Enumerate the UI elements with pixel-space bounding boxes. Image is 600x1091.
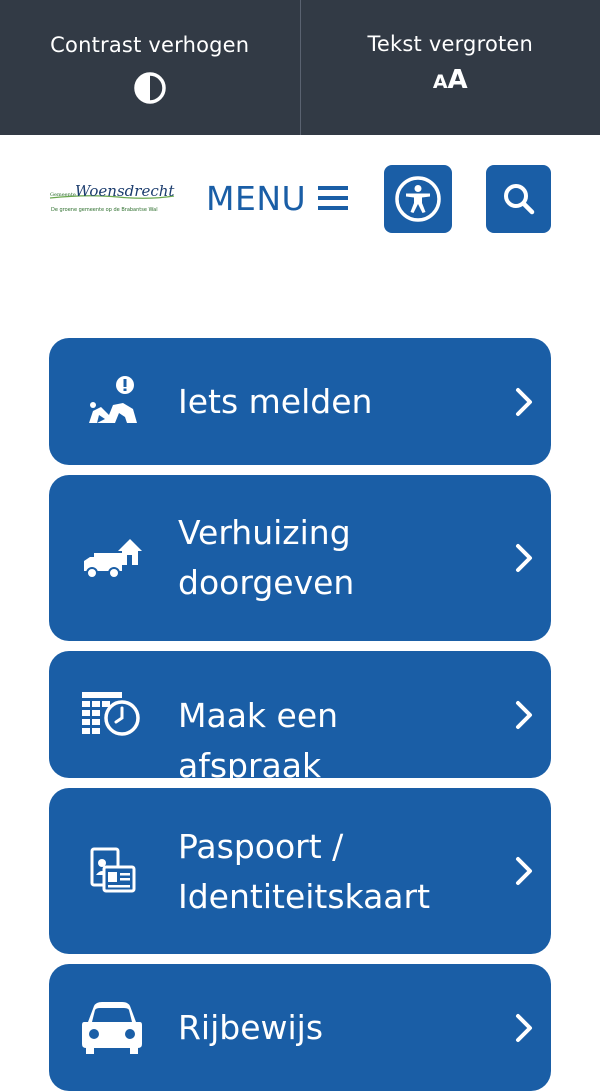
tile-label: Verhuizing doorgeven bbox=[178, 508, 481, 608]
tile-label: Rijbewijs bbox=[178, 1003, 481, 1053]
tile-iets-melden[interactable]: Iets melden bbox=[49, 338, 551, 465]
contrast-toggle-button[interactable]: Contrast verhogen bbox=[0, 0, 301, 135]
car-icon bbox=[77, 997, 147, 1057]
tile-label: Maak een afspraak bbox=[178, 691, 481, 791]
chevron-right-icon bbox=[511, 1008, 537, 1048]
tile-rijbewijs[interactable]: Rijbewijs bbox=[49, 964, 551, 1091]
tile-verhuizing[interactable]: Verhuizing doorgeven bbox=[49, 475, 551, 641]
text-size-icon: AA bbox=[433, 67, 468, 93]
chevron-right-icon bbox=[511, 382, 537, 422]
site-header: Gemeente Woensdrecht De groene gemeente … bbox=[0, 135, 600, 265]
contrast-icon bbox=[133, 71, 167, 105]
tile-afspraak[interactable]: Maak een afspraak bbox=[49, 651, 551, 778]
tile-label: Paspoort / Identiteitskaart bbox=[178, 822, 481, 922]
calendar-clock-icon bbox=[77, 684, 147, 744]
chevron-right-icon bbox=[511, 695, 537, 735]
search-icon bbox=[501, 181, 537, 217]
menu-button[interactable]: MENU bbox=[206, 178, 348, 218]
chevron-right-icon bbox=[511, 538, 537, 578]
woensdrecht-logo[interactable]: Gemeente Woensdrecht De groene gemeente … bbox=[48, 180, 176, 220]
contrast-label: Contrast verhogen bbox=[50, 33, 249, 57]
tile-label: Iets melden bbox=[178, 377, 481, 427]
report-icon bbox=[77, 371, 147, 431]
svg-text:Woensdrecht: Woensdrecht bbox=[75, 182, 175, 200]
tile-paspoort[interactable]: Paspoort / Identiteitskaart bbox=[49, 788, 551, 954]
accessibility-button[interactable] bbox=[384, 165, 452, 233]
chevron-right-icon bbox=[511, 851, 537, 891]
menu-label: MENU bbox=[206, 179, 306, 218]
id-card-icon bbox=[77, 841, 147, 901]
svg-text:Gemeente: Gemeente bbox=[50, 192, 76, 198]
accessibility-bar: Contrast verhogen Tekst vergroten AA bbox=[0, 0, 600, 135]
text-size-label: Tekst vergroten bbox=[367, 32, 533, 56]
svg-text:De groene gemeente op de Braba: De groene gemeente op de Brabantse Wal bbox=[51, 207, 158, 213]
text-size-button[interactable]: Tekst vergroten AA bbox=[301, 0, 600, 135]
search-button[interactable] bbox=[486, 165, 551, 233]
moving-truck-icon bbox=[77, 528, 147, 588]
hamburger-icon bbox=[318, 185, 348, 211]
accessibility-icon bbox=[393, 174, 443, 224]
